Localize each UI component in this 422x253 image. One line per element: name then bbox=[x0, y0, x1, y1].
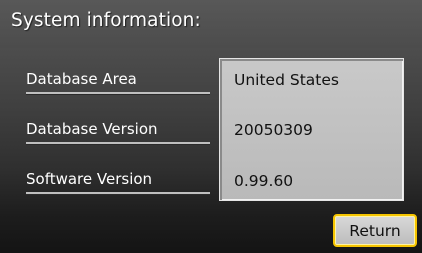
database-area-value: United States bbox=[234, 71, 339, 89]
software-version-value: 0.99.60 bbox=[234, 172, 294, 190]
database-version-label: Database Version bbox=[26, 120, 210, 144]
info-values-panel: United States 20050309 0.99.60 bbox=[219, 58, 404, 201]
database-area-label: Database Area bbox=[26, 70, 210, 94]
page-title: System information: bbox=[11, 10, 201, 31]
title-bar: System information: bbox=[0, 0, 422, 48]
database-version-value: 20050309 bbox=[234, 121, 313, 139]
software-version-label: Software Version bbox=[26, 170, 210, 194]
system-information-screen: System information: Database Area Databa… bbox=[0, 0, 422, 253]
return-button[interactable]: Return bbox=[333, 214, 417, 247]
